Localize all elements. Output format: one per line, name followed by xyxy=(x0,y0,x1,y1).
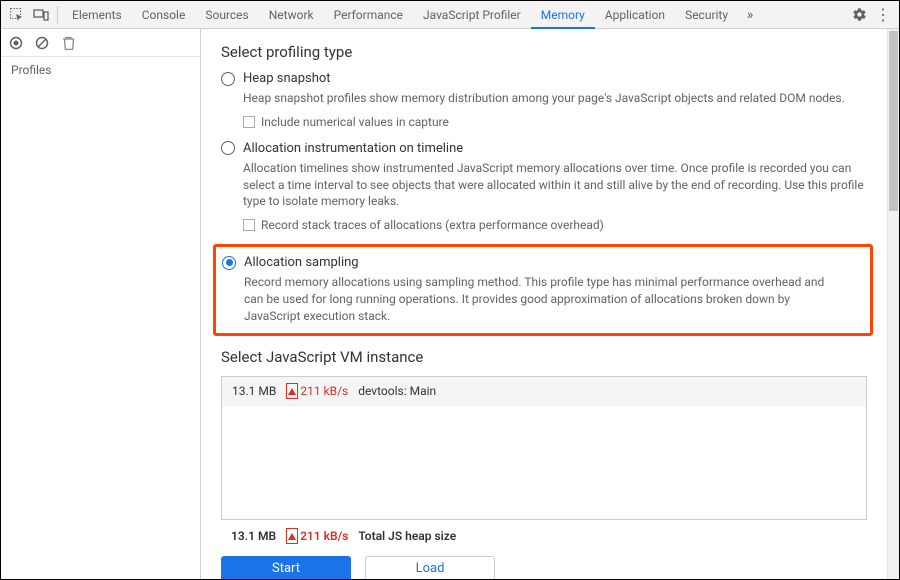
tab-performance[interactable]: Performance xyxy=(324,1,413,29)
tab-security[interactable]: Security xyxy=(675,1,738,29)
radio-heap-snapshot[interactable] xyxy=(221,72,235,86)
settings-icon[interactable] xyxy=(847,2,871,28)
vm-size: 13.1 MB xyxy=(232,384,276,398)
action-buttons: Start Load xyxy=(221,552,887,579)
memory-panel: Select profiling type Heap snapshot Heap… xyxy=(201,29,899,579)
scrollbar-thumb[interactable] xyxy=(889,31,898,211)
devtools-tab-bar: Elements Console Sources Network Perform… xyxy=(1,1,899,29)
kebab-menu-icon[interactable]: ⋮ xyxy=(871,2,895,28)
checkbox-label[interactable]: Record stack traces of allocations (extr… xyxy=(261,218,604,232)
clear-icon[interactable] xyxy=(33,34,51,52)
option-label[interactable]: Allocation sampling xyxy=(244,255,359,270)
tab-console[interactable]: Console xyxy=(132,1,196,29)
option-desc: Heap snapshot profiles show memory distr… xyxy=(243,90,867,107)
tab-application[interactable]: Application xyxy=(595,1,675,29)
vm-instance-row[interactable]: 13.1 MB 211 kB/s devtools: Main xyxy=(222,377,866,406)
heap-size-footer: 13.1 MB 211 kB/s Total JS heap size xyxy=(221,520,887,552)
radio-allocation-sampling[interactable] xyxy=(222,256,236,270)
tab-network[interactable]: Network xyxy=(259,1,324,29)
tab-js-profiler[interactable]: JavaScript Profiler xyxy=(413,1,531,29)
checkbox-numerical-values[interactable] xyxy=(243,116,255,128)
arrow-up-icon xyxy=(288,533,296,540)
option-allocation-timeline: Allocation instrumentation on timeline A… xyxy=(221,141,887,232)
left-sidebar: Profiles xyxy=(1,29,201,579)
checkbox-label[interactable]: Include numerical values in capture xyxy=(261,115,449,129)
tab-sources[interactable]: Sources xyxy=(195,1,258,29)
vm-name: devtools: Main xyxy=(358,384,436,398)
profiles-section-header: Profiles xyxy=(1,57,200,83)
total-size: 13.1 MB xyxy=(231,529,276,543)
vm-instance-title: Select JavaScript VM instance xyxy=(221,348,887,366)
load-button[interactable]: Load xyxy=(365,556,495,579)
highlighted-option: Allocation sampling Record memory alloca… xyxy=(213,244,873,335)
record-icon[interactable] xyxy=(7,34,25,52)
separator xyxy=(57,6,58,24)
vm-rate: 211 kB/s xyxy=(286,383,348,399)
option-heap-snapshot: Heap snapshot Heap snapshot profiles sho… xyxy=(221,71,887,129)
option-desc: Allocation timelines show instrumented J… xyxy=(243,160,867,210)
option-label[interactable]: Heap snapshot xyxy=(243,71,331,86)
vm-instance-list[interactable]: 13.1 MB 211 kB/s devtools: Main xyxy=(221,376,867,520)
start-button[interactable]: Start xyxy=(221,556,351,579)
more-tabs-icon[interactable]: » xyxy=(738,2,762,28)
tab-memory[interactable]: Memory xyxy=(531,1,595,29)
option-desc: Record memory allocations using sampling… xyxy=(244,274,840,324)
total-label: Total JS heap size xyxy=(358,529,456,543)
arrow-up-icon xyxy=(288,388,296,395)
device-toolbar-icon[interactable] xyxy=(29,2,53,28)
checkbox-stack-traces[interactable] xyxy=(243,219,255,231)
tab-elements[interactable]: Elements xyxy=(62,1,132,29)
scrollbar[interactable] xyxy=(887,29,899,579)
total-rate: 211 kB/s xyxy=(286,528,348,544)
radio-allocation-timeline[interactable] xyxy=(221,141,235,155)
delete-icon[interactable] xyxy=(59,34,77,52)
profiling-type-title: Select profiling type xyxy=(221,43,887,61)
profiles-toolbar xyxy=(1,29,200,57)
inspect-icon[interactable] xyxy=(5,2,29,28)
option-label[interactable]: Allocation instrumentation on timeline xyxy=(243,141,463,156)
